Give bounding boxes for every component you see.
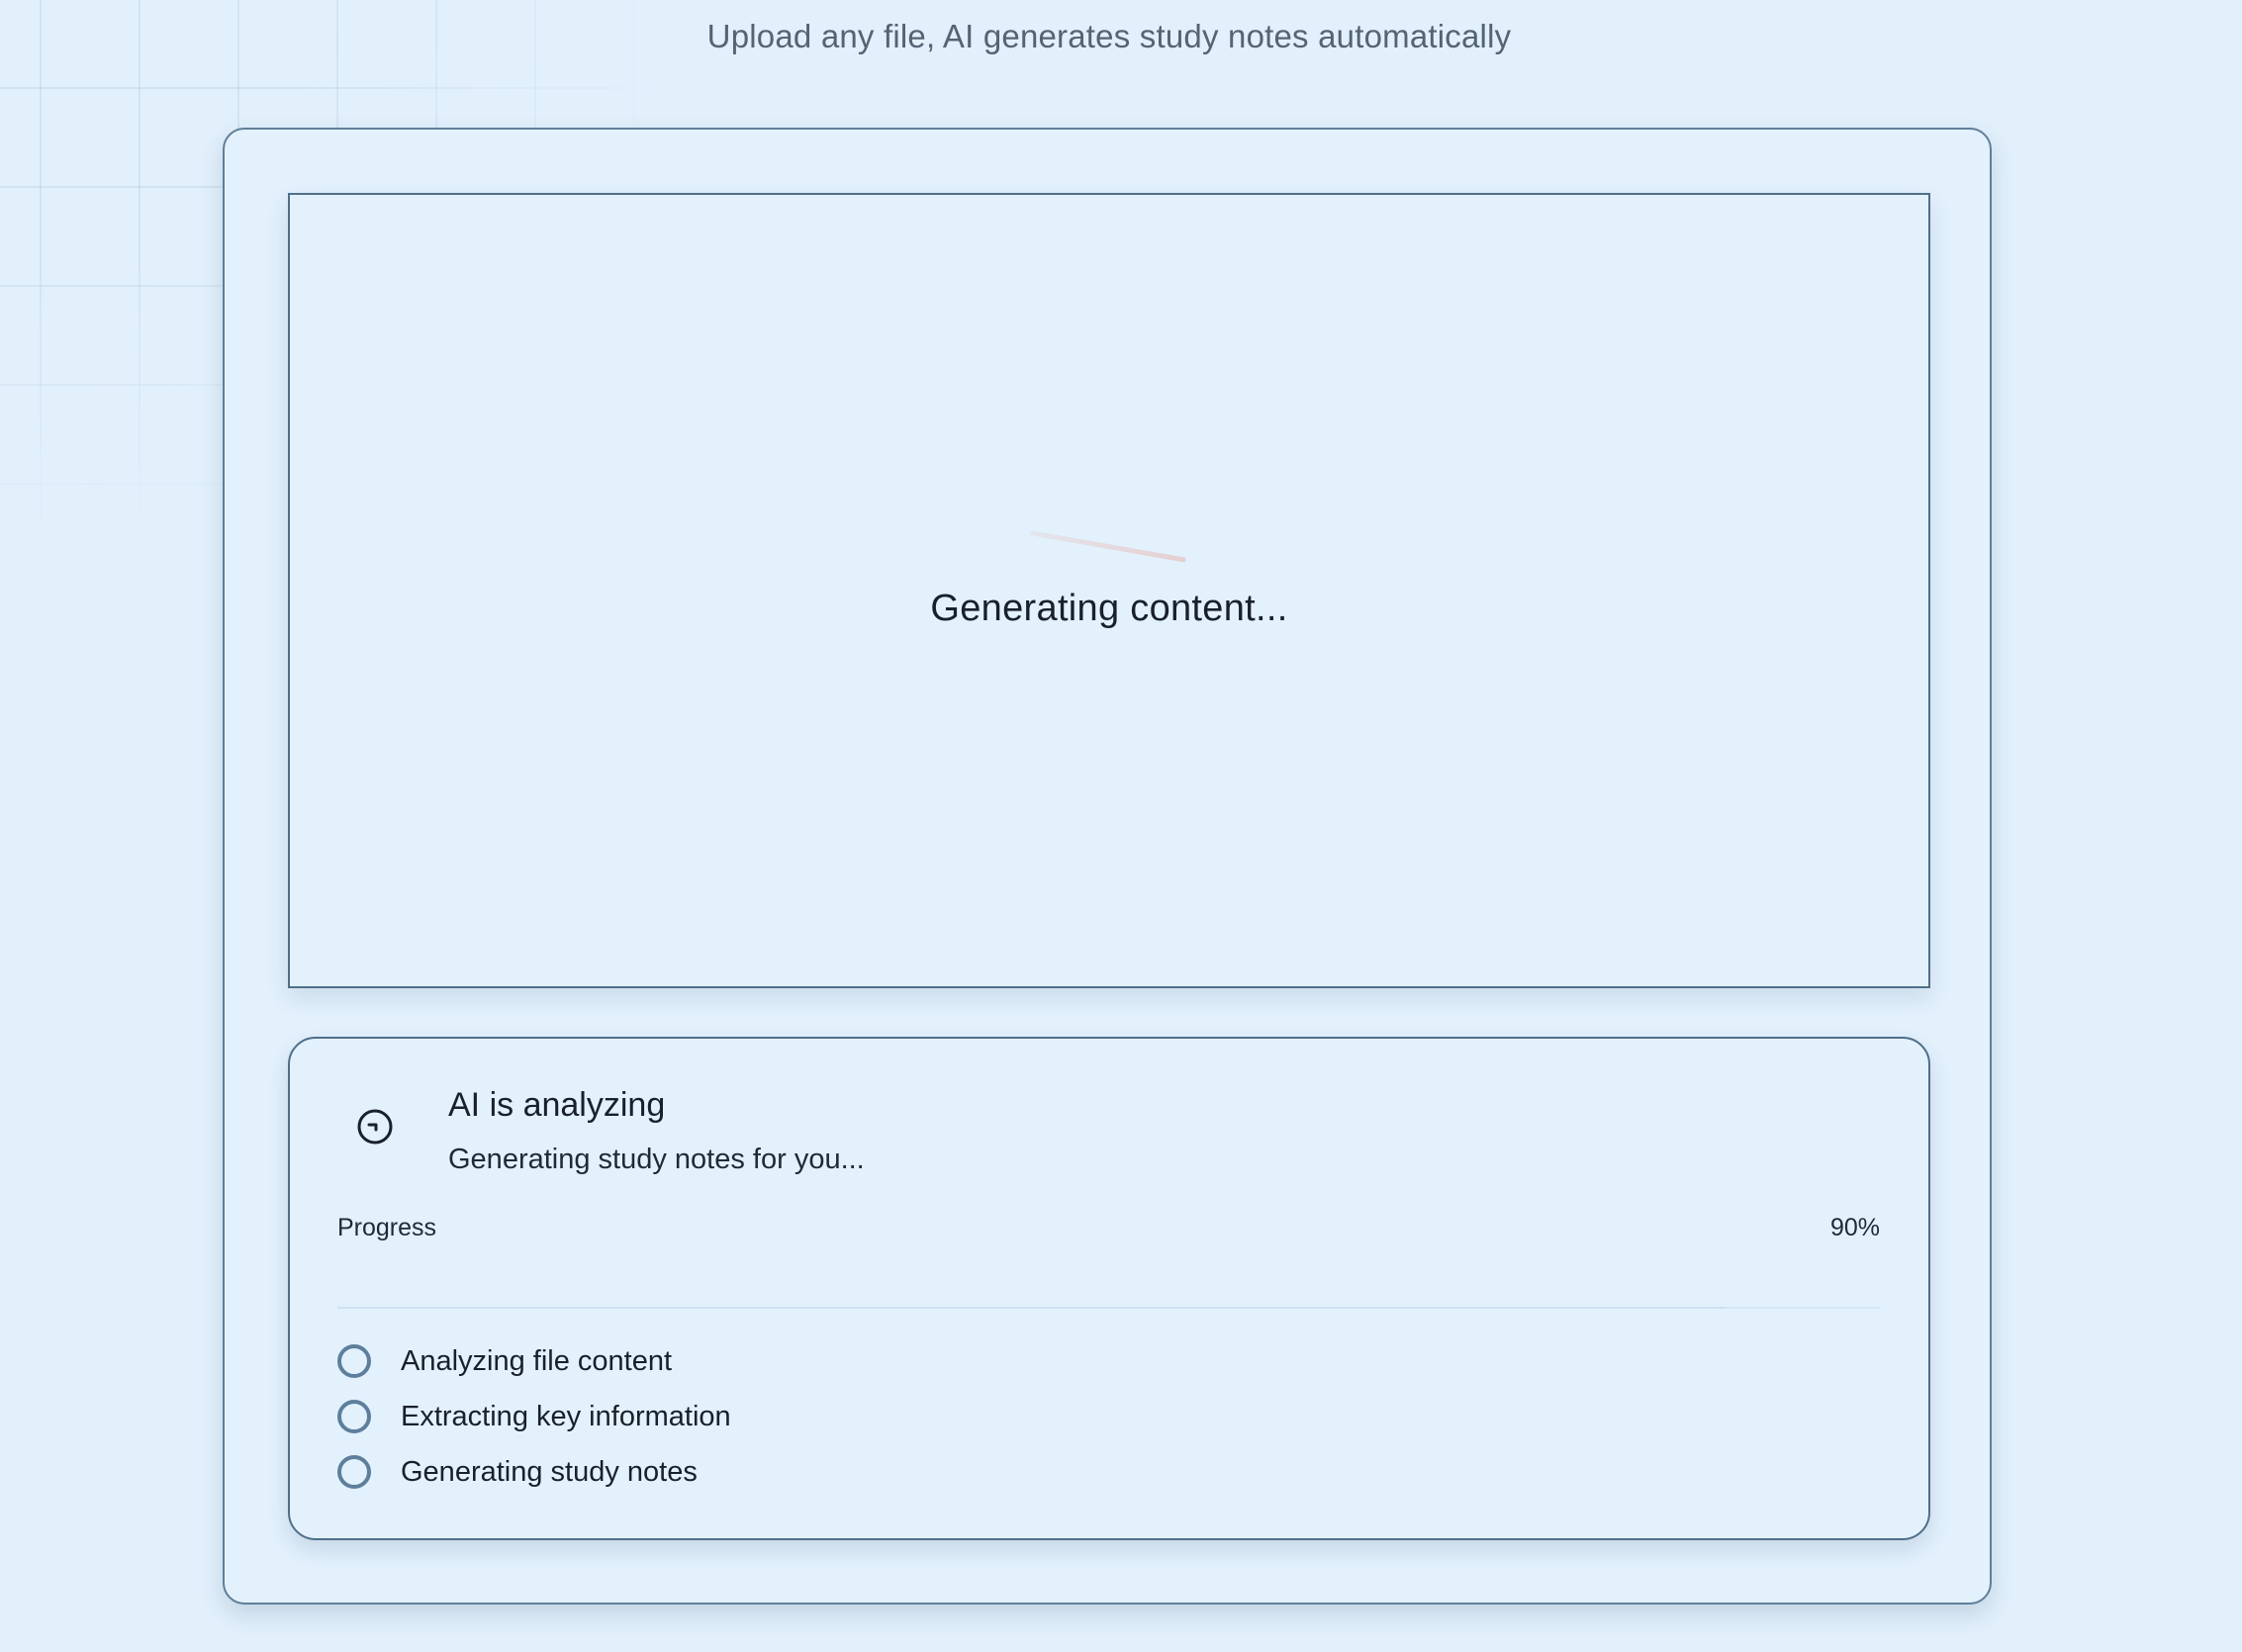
analysis-subtitle: Generating study notes for you... [448, 1144, 865, 1175]
progress-label: Progress [337, 1214, 437, 1241]
step-label: Extracting key information [401, 1400, 731, 1432]
step-pending-circle-icon [337, 1344, 371, 1378]
step-generating-notes: Generating study notes [337, 1452, 698, 1492]
analysis-title: AI is analyzing [448, 1086, 666, 1124]
step-pending-circle-icon [337, 1455, 371, 1489]
step-label: Analyzing file content [401, 1344, 673, 1377]
spinner-icon [357, 1109, 393, 1145]
progress-percent: 90% [1829, 1214, 1880, 1241]
progress-bar-fill [337, 1307, 1727, 1309]
page-subtitle: Upload any file, AI generates study note… [706, 18, 1512, 54]
step-analyzing-file: Analyzing file content [337, 1341, 672, 1381]
step-pending-circle-icon [337, 1400, 371, 1433]
step-extracting-info: Extracting key information [337, 1397, 731, 1436]
step-label: Generating study notes [401, 1455, 698, 1488]
progress-bar [337, 1307, 1881, 1309]
generating-status-text: Generating content... [930, 588, 1288, 629]
